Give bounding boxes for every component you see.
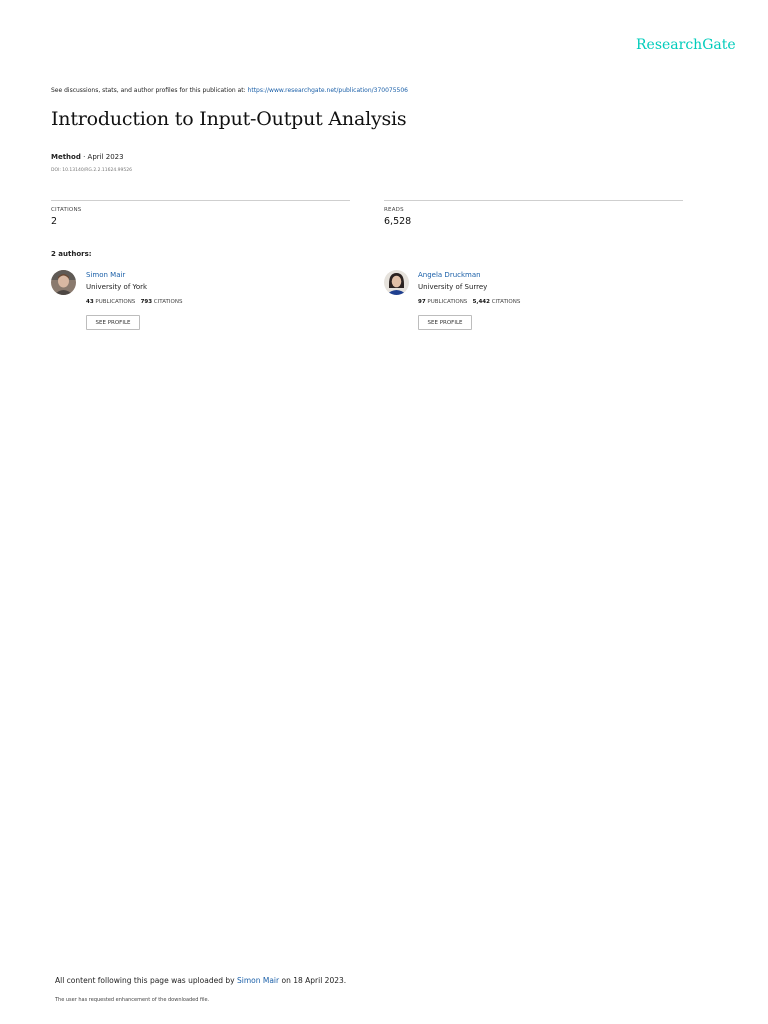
upload-prefix: All content following this page was uplo… [55,976,237,985]
publication-title: Introduction to Input-Output Analysis [51,108,407,130]
upload-suffix: on 18 April 2023. [279,976,347,985]
reads-value: 6,528 [384,216,412,227]
reads-divider [384,200,683,201]
author-publications-label: PUBLICATIONS [95,299,136,305]
publication-type: Method [51,153,81,161]
publication-date: · April 2023 [80,153,124,161]
author-institution: University of Surrey [418,283,488,291]
author-citations-label: CITATIONS [153,299,183,305]
publication-link[interactable]: https://www.researchgate.net/publication… [248,87,408,94]
publication-doi[interactable]: DOI: 10.13140/RG.2.2.11624.99526 [51,168,132,173]
enhancement-note: The user has requested enhancement of th… [55,997,210,1003]
author-photo-icon [384,270,409,295]
see-profile-button[interactable]: SEE PROFILE [86,315,140,330]
publication-meta: Method · April 2023 [51,153,124,161]
author-publications-count: 43 [86,299,94,305]
reads-label: READS [384,207,404,213]
authors-heading: 2 authors: [51,250,92,258]
author-publications-label: PUBLICATIONS [427,299,468,305]
avatar[interactable] [384,270,409,295]
uploader-link[interactable]: Simon Mair [237,976,279,985]
author-institution: University of York [86,283,148,291]
author-publications-count: 97 [418,299,426,305]
citations-value: 2 [51,216,58,227]
author-photo-icon [51,270,76,295]
avatar[interactable] [51,270,76,295]
author-stats: 97 PUBLICATIONS 5,442 CITATIONS [418,299,520,305]
intro-text: See discussions, stats, and author profi… [51,87,248,94]
author-citations-count: 5,442 [472,299,490,305]
upload-note: All content following this page was uplo… [55,976,346,985]
author-stats: 43 PUBLICATIONS 793 CITATIONS [86,299,182,305]
author-citations-label: CITATIONS [491,299,521,305]
author-name-link[interactable]: Angela Druckman [418,271,481,279]
author-citations-count: 793 [140,299,153,305]
citations-label: CITATIONS [51,207,82,213]
researchgate-logo[interactable]: ResearchGate [636,37,736,53]
intro-line: See discussions, stats, and author profi… [51,87,408,94]
author-name-link[interactable]: Simon Mair [86,271,125,279]
citations-divider [51,200,350,201]
see-profile-button[interactable]: SEE PROFILE [418,315,472,330]
